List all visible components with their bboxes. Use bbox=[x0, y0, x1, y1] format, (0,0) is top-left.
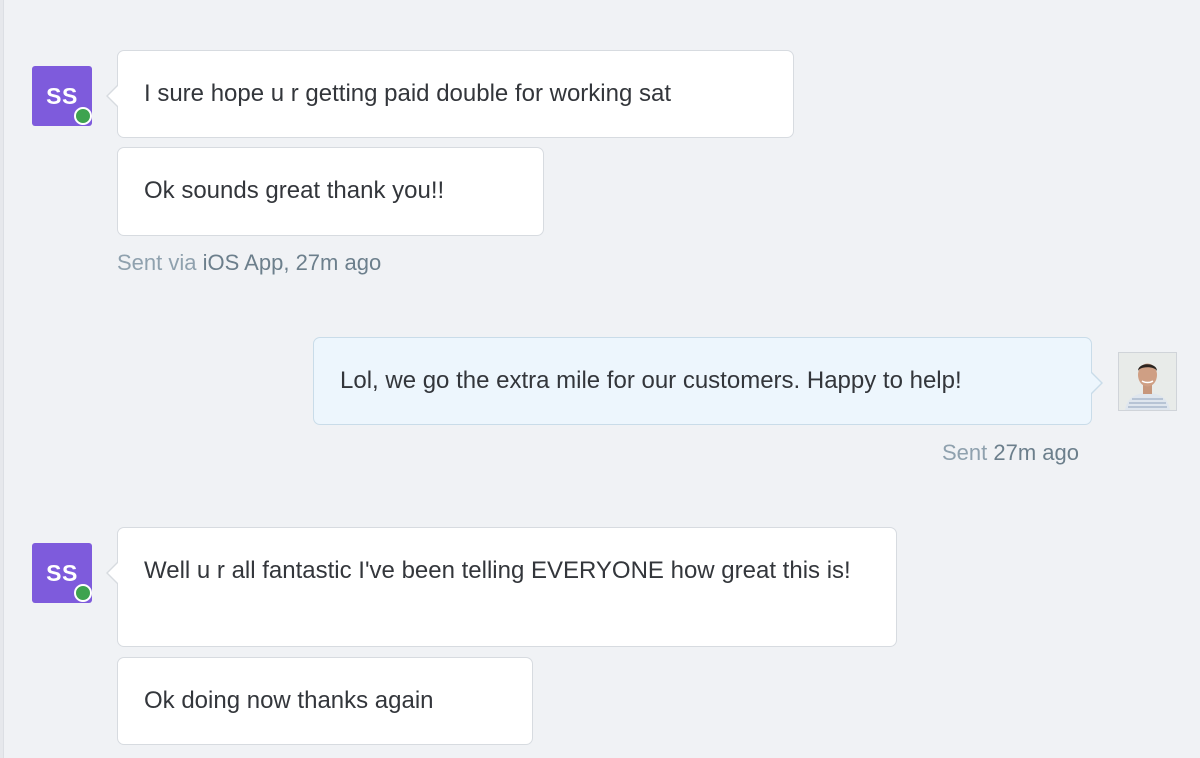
agent-photo-icon bbox=[1119, 353, 1176, 410]
customer-avatar[interactable]: SS bbox=[32, 543, 92, 603]
meta-time: 27m ago bbox=[993, 440, 1079, 465]
agent-message-bubble: Lol, we go the extra mile for our custom… bbox=[313, 337, 1103, 425]
customer-message-bubble: Well u r all fantastic I've been telling… bbox=[106, 527, 897, 647]
meta-source-link[interactable]: iOS App bbox=[203, 250, 284, 275]
meta-time: 27m ago bbox=[295, 250, 382, 275]
meta-prefix: Sent via bbox=[117, 250, 203, 275]
message-text: I sure hope u r getting paid double for … bbox=[144, 80, 671, 107]
customer-message-bubble: Ok doing now thanks again bbox=[117, 657, 533, 745]
message-text: Ok doing now thanks again bbox=[144, 687, 434, 714]
online-status-icon bbox=[74, 584, 92, 602]
meta-prefix: Sent bbox=[942, 440, 994, 465]
message-text: Ok sounds great thank you!! bbox=[144, 177, 445, 204]
message-meta: Sent 27m ago bbox=[942, 440, 1079, 466]
avatar-initials: SS bbox=[46, 82, 78, 109]
avatar-initials: SS bbox=[46, 559, 78, 586]
customer-avatar[interactable]: SS bbox=[32, 66, 92, 126]
meta-separator: , bbox=[283, 250, 296, 275]
agent-avatar[interactable] bbox=[1118, 352, 1177, 411]
online-status-icon bbox=[74, 107, 92, 125]
message-text: Well u r all fantastic I've been telling… bbox=[144, 557, 851, 584]
customer-message-bubble: I sure hope u r getting paid double for … bbox=[106, 50, 794, 138]
message-text: Lol, we go the extra mile for our custom… bbox=[340, 367, 962, 394]
message-meta: Sent via iOS App, 27m ago bbox=[117, 250, 381, 276]
customer-message-bubble: Ok sounds great thank you!! bbox=[117, 147, 544, 236]
panel-divider bbox=[0, 0, 4, 758]
